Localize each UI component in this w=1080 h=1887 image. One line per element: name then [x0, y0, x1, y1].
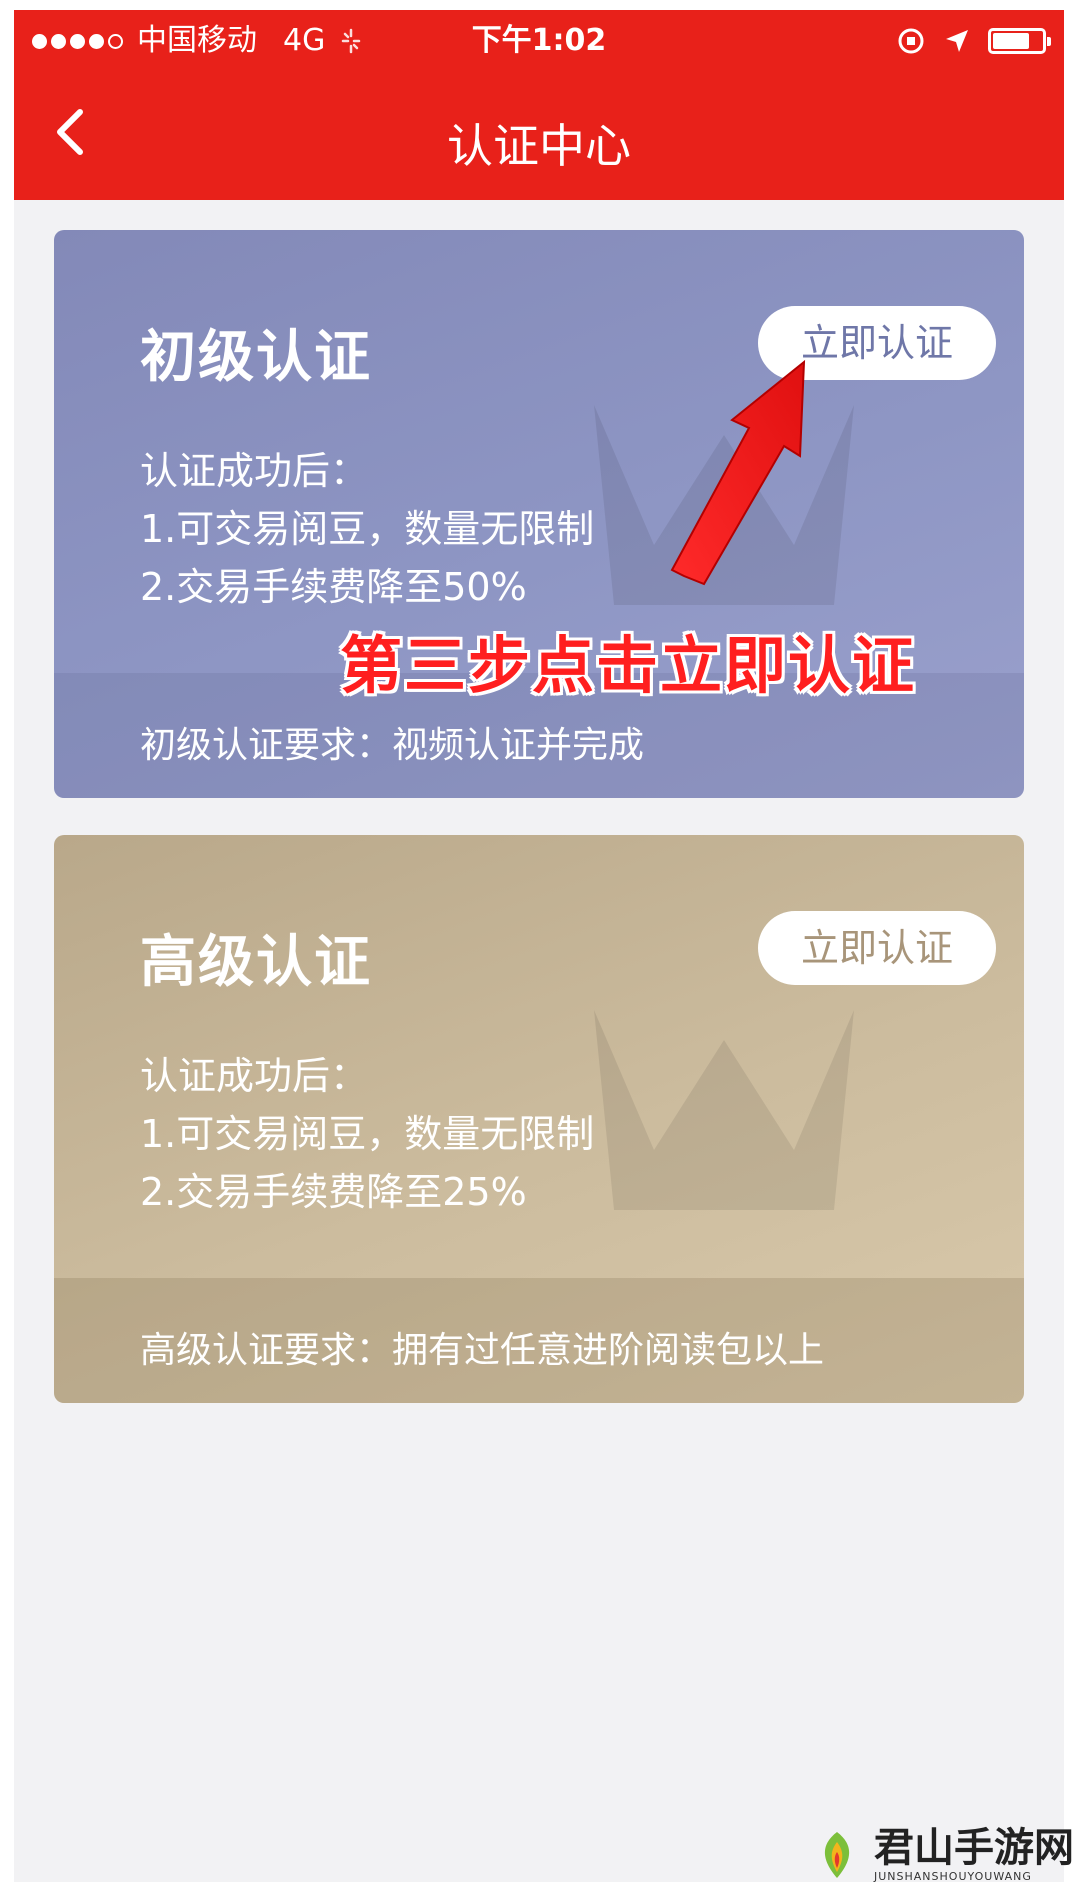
battery-fill	[993, 33, 1030, 49]
status-bar: 中国移动 4G 下午1:02	[14, 10, 1064, 72]
benefit-item: 2.交易手续费降至25%	[140, 1170, 527, 1214]
benefits-heading: 认证成功后：	[140, 449, 369, 493]
requirement-text: 初级认证要求：视频认证并完成	[140, 725, 645, 766]
requirement-text: 高级认证要求：拥有过任意进阶阅读包以上	[140, 1330, 825, 1371]
status-right	[896, 10, 1051, 72]
card-title: 初级认证	[140, 325, 372, 390]
logo-text: 君山手游网 JUNSHANSHOUYOUWANG	[874, 1824, 1074, 1884]
basic-certification-card: 初级认证 立即认证 认证成功后： 1.可交易阅豆，数量无限制 2.交易手续费降至…	[54, 230, 1024, 798]
logo-subtitle: JUNSHANSHOUYOUWANG	[874, 1870, 1032, 1883]
crown-watermark-icon	[594, 1010, 854, 1210]
benefit-item: 1.可交易阅豆，数量无限制	[140, 1112, 595, 1156]
crown-watermark-icon	[594, 405, 854, 605]
phone-screen: 中国移动 4G 下午1:02 认证中心 初级认证 立即认证 认证成功后： 1.可…	[14, 10, 1064, 1882]
verify-now-button[interactable]: 立即认证	[758, 911, 996, 985]
orientation-lock-icon	[898, 28, 924, 54]
verify-now-button[interactable]: 立即认证	[758, 306, 996, 380]
battery-icon	[988, 28, 1051, 54]
benefits-list: 认证成功后： 1.可交易阅豆，数量无限制 2.交易手续费降至25%	[140, 1047, 594, 1221]
benefit-item: 1.可交易阅豆，数量无限制	[140, 507, 595, 551]
location-arrow-icon	[946, 30, 968, 52]
card-title: 高级认证	[140, 930, 372, 995]
leaf-logo-icon	[824, 1831, 850, 1878]
page-title: 认证中心	[447, 119, 631, 173]
nav-bar: 认证中心	[14, 72, 1064, 200]
logo-name: 君山手游网	[874, 1824, 1074, 1871]
tutorial-caption: 第三步点击立即认证	[340, 629, 917, 702]
benefit-item: 2.交易手续费降至50%	[140, 565, 527, 609]
benefits-list: 认证成功后： 1.可交易阅豆，数量无限制 2.交易手续费降至50%	[140, 442, 594, 616]
advanced-certification-card: 高级认证 立即认证 认证成功后： 1.可交易阅豆，数量无限制 2.交易手续费降至…	[54, 835, 1024, 1403]
site-logo: 君山手游网 JUNSHANSHOUYOUWANG	[810, 1826, 1074, 1883]
benefits-heading: 认证成功后：	[140, 1054, 369, 1098]
